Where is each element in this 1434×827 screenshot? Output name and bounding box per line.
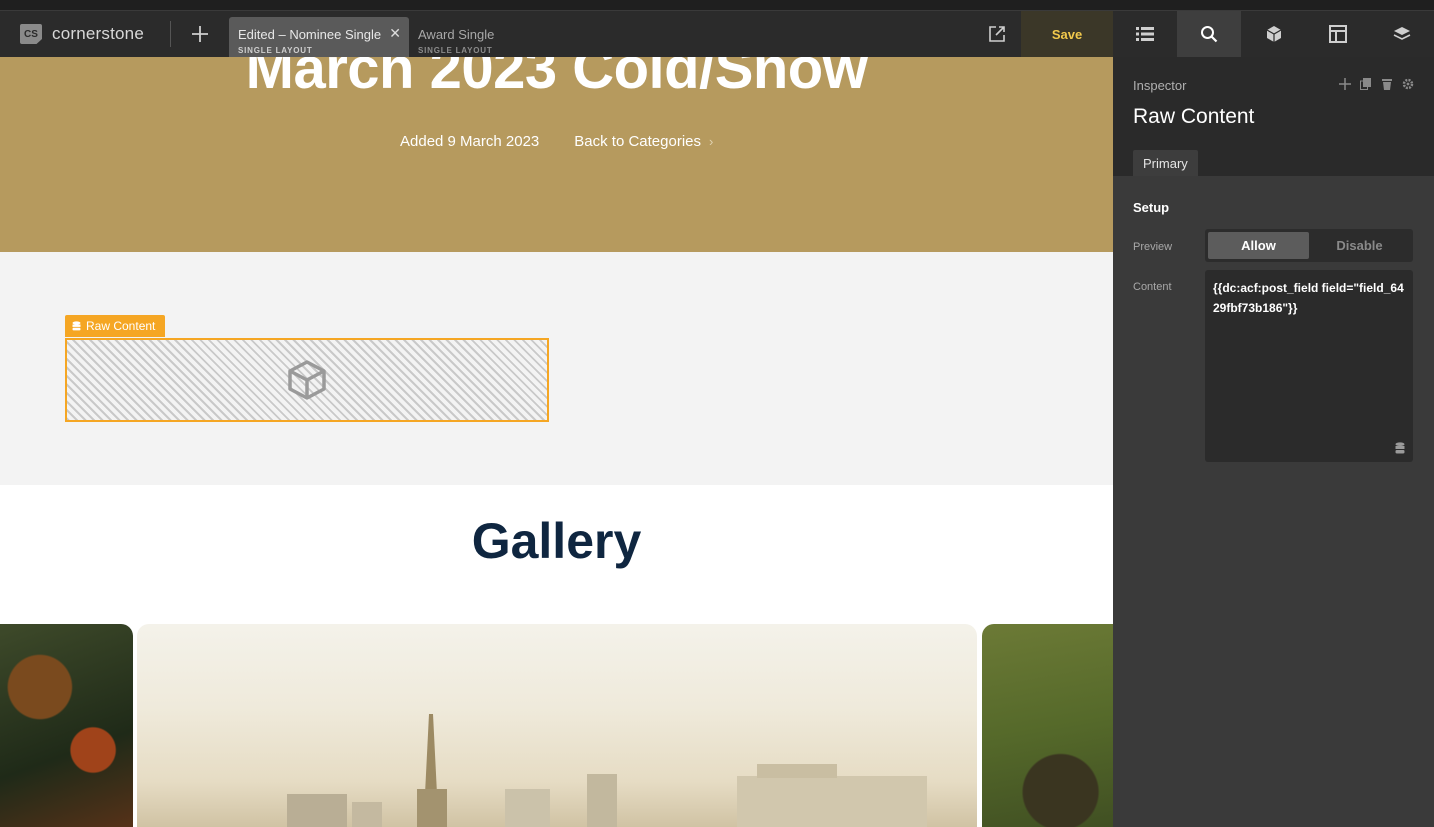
layout-button[interactable] bbox=[1306, 11, 1370, 57]
layers-icon bbox=[1393, 27, 1411, 40]
settings-icon[interactable] bbox=[1402, 78, 1414, 90]
hero-section: March 2023 Cold/Snow Added 9 March 2023 … bbox=[0, 57, 1113, 252]
gallery-image-autumn-trees[interactable] bbox=[0, 624, 133, 827]
tab-title: Edited – Nominee Single bbox=[238, 27, 382, 42]
tab-subtitle: SINGLE LAYOUT bbox=[238, 46, 313, 55]
plus-icon bbox=[192, 26, 208, 42]
database-icon bbox=[72, 321, 81, 331]
added-date: Added 9 March 2023 bbox=[400, 133, 540, 150]
logo-badge: CS bbox=[20, 24, 42, 44]
preview-toggle: Allow Disable bbox=[1205, 229, 1413, 262]
inspector-button[interactable] bbox=[1177, 11, 1242, 57]
inspector-header: Inspector Raw Content Primary bbox=[1113, 57, 1434, 176]
setup-heading: Setup bbox=[1133, 200, 1170, 215]
tab-primary[interactable]: Primary bbox=[1133, 150, 1198, 176]
list-icon bbox=[1136, 27, 1155, 41]
gallery-image-city-skyline[interactable] bbox=[137, 624, 977, 827]
content-label: Content bbox=[1133, 281, 1172, 293]
chevron-right-icon: › bbox=[709, 134, 714, 149]
cube-icon bbox=[1266, 26, 1281, 42]
elements-list-button[interactable] bbox=[1113, 11, 1177, 57]
cornerstone-logo[interactable]: CS cornerstone bbox=[0, 11, 170, 57]
content-textarea[interactable]: {{dc:acf:post_field field="field_6429fbf… bbox=[1205, 270, 1413, 462]
tab-subtitle: SINGLE LAYOUT bbox=[418, 46, 493, 55]
save-button[interactable]: Save bbox=[1021, 11, 1113, 57]
duplicate-icon[interactable] bbox=[1360, 78, 1372, 90]
tab-title: Award Single bbox=[418, 27, 495, 42]
preview-label: Preview bbox=[1133, 241, 1173, 253]
external-link-icon bbox=[989, 26, 1005, 42]
tab-nominee-single[interactable]: Edited – Nominee Single SINGLE LAYOUT ✕ bbox=[229, 17, 409, 57]
page-title: March 2023 Cold/Snow bbox=[245, 57, 868, 101]
inspector-title: Raw Content bbox=[1133, 105, 1255, 128]
inspector-body: Setup Preview Allow Disable Content {{dc… bbox=[1113, 176, 1434, 827]
inspector-actions bbox=[1339, 78, 1414, 90]
preview-canvas[interactable]: March 2023 Cold/Snow Added 9 March 2023 … bbox=[0, 57, 1113, 827]
preview-allow-option[interactable]: Allow bbox=[1208, 232, 1309, 259]
logo-text: cornerstone bbox=[52, 24, 144, 43]
skyline-illustration bbox=[287, 714, 927, 827]
delete-icon[interactable] bbox=[1381, 78, 1393, 90]
cube-placeholder-icon bbox=[288, 360, 326, 400]
layers-button[interactable] bbox=[1370, 11, 1434, 57]
move-icon[interactable] bbox=[1339, 78, 1351, 90]
element-label-text: Raw Content bbox=[86, 319, 156, 333]
close-tab-icon[interactable]: ✕ bbox=[389, 25, 401, 42]
element-label[interactable]: Raw Content bbox=[65, 315, 166, 337]
hero-meta: Added 9 March 2023 Back to Categories › bbox=[400, 133, 713, 150]
components-button[interactable] bbox=[1241, 11, 1305, 57]
gallery-heading: Gallery bbox=[471, 513, 642, 569]
gallery-image-green-field[interactable] bbox=[982, 624, 1113, 827]
preview-disable-option[interactable]: Disable bbox=[1309, 232, 1410, 259]
back-link-text: Back to Categories bbox=[574, 133, 701, 150]
tab-award-single[interactable]: Award Single SINGLE LAYOUT bbox=[409, 17, 589, 57]
search-icon bbox=[1201, 26, 1218, 43]
window-top-edge bbox=[0, 0, 1434, 11]
open-external-button[interactable] bbox=[973, 11, 1021, 57]
right-toolbar bbox=[1113, 11, 1434, 57]
inspector-label: Inspector bbox=[1133, 78, 1187, 93]
layout-icon bbox=[1328, 25, 1347, 43]
add-document-button[interactable] bbox=[171, 11, 229, 57]
dynamic-content-icon[interactable] bbox=[1395, 442, 1405, 454]
back-to-categories-link[interactable]: Back to Categories › bbox=[574, 133, 713, 150]
raw-content-element[interactable] bbox=[65, 338, 549, 422]
top-bar: CS cornerstone Edited – Nominee Single S… bbox=[0, 11, 1113, 57]
content-value: {{dc:acf:post_field field="field_6429fbf… bbox=[1213, 281, 1404, 315]
